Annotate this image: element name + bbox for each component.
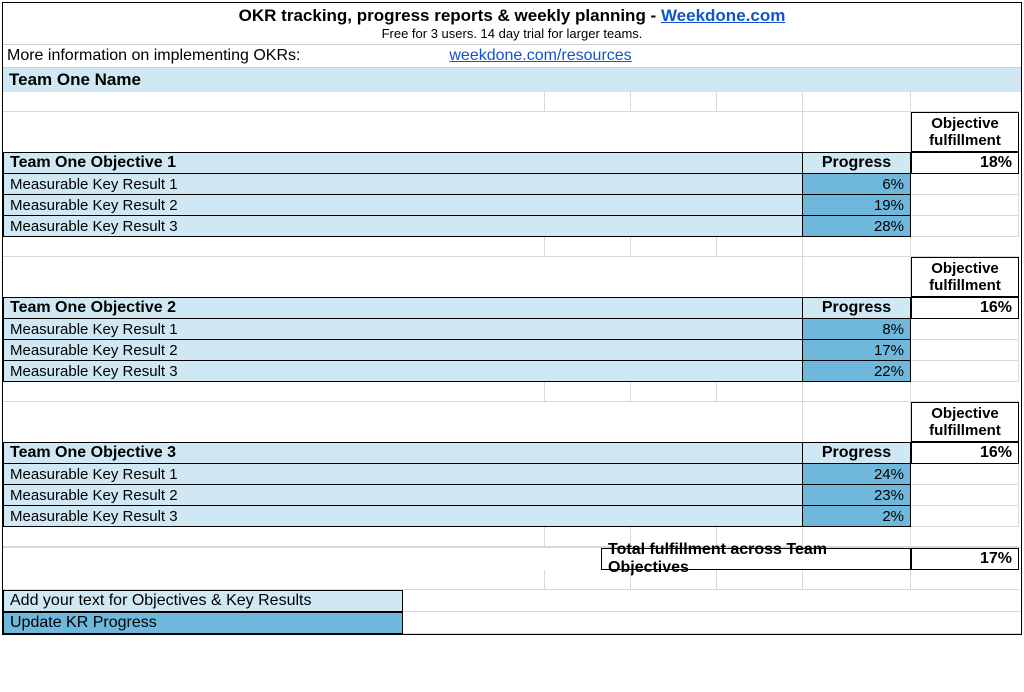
fulfillment-header-cell: Objective fulfillment (911, 112, 1019, 152)
info-row: More information on implementing OKRs: w… (3, 45, 1021, 68)
key-result-label[interactable]: Measurable Key Result 2 (3, 485, 803, 506)
info-label: More information on implementing OKRs: (7, 47, 300, 64)
key-result-label[interactable]: Measurable Key Result 1 (3, 464, 803, 485)
key-result-progress[interactable]: 17% (803, 340, 911, 361)
objective-fulfillment-header: Objective fulfillment (3, 257, 1021, 297)
key-result-label[interactable]: Measurable Key Result 2 (3, 340, 803, 361)
key-result-progress[interactable]: 6% (803, 174, 911, 195)
key-result-row: Measurable Key Result 223% (3, 485, 1021, 506)
key-result-row: Measurable Key Result 322% (3, 361, 1021, 382)
objective-fulfillment-header: Objective fulfillment (3, 402, 1021, 442)
spacer-row (3, 237, 1021, 257)
key-result-row: Measurable Key Result 124% (3, 464, 1021, 485)
progress-header-cell: Progress (803, 442, 911, 464)
total-label: Total fulfillment across Team Objectives (601, 548, 911, 570)
objective-fulfillment-value: 16% (911, 297, 1019, 319)
key-result-label[interactable]: Measurable Key Result 1 (3, 319, 803, 340)
spacer-row (3, 92, 1021, 112)
instruction-row-2: Update KR Progress (3, 612, 1021, 634)
objective-title-cell[interactable]: Team One Objective 1 (3, 152, 803, 174)
key-result-progress[interactable]: 2% (803, 506, 911, 527)
objective-fulfillment-value: 16% (911, 442, 1019, 464)
key-result-progress[interactable]: 19% (803, 195, 911, 216)
sheet-header: OKR tracking, progress reports & weekly … (3, 3, 1021, 45)
progress-header-cell: Progress (803, 297, 911, 319)
header-title-link[interactable]: Weekdone.com (661, 6, 785, 25)
objective-title-row: Team One Objective 2Progress16% (3, 297, 1021, 319)
key-result-row: Measurable Key Result 16% (3, 174, 1021, 195)
fulfillment-header-cell: Objective fulfillment (911, 402, 1019, 442)
key-result-label[interactable]: Measurable Key Result 1 (3, 174, 803, 195)
objective-fulfillment-header: Objective fulfillment (3, 112, 1021, 152)
key-result-row: Measurable Key Result 32% (3, 506, 1021, 527)
progress-header-cell: Progress (803, 152, 911, 174)
header-subtitle: Free for 3 users. 14 day trial for large… (3, 26, 1021, 41)
info-link[interactable]: weekdone.com/resources (449, 47, 631, 64)
objective-title-cell[interactable]: Team One Objective 3 (3, 442, 803, 464)
key-result-progress[interactable]: 24% (803, 464, 911, 485)
key-result-row: Measurable Key Result 328% (3, 216, 1021, 237)
objective-fulfillment-value: 18% (911, 152, 1019, 174)
key-result-progress[interactable]: 22% (803, 361, 911, 382)
instruction-row-1: Add your text for Objectives & Key Resul… (3, 590, 1021, 612)
spacer-row (3, 570, 1021, 590)
key-result-row: Measurable Key Result 217% (3, 340, 1021, 361)
spacer-row (3, 382, 1021, 402)
objective-title-cell[interactable]: Team One Objective 2 (3, 297, 803, 319)
total-row: Total fulfillment across Team Objectives… (3, 547, 1021, 570)
okr-spreadsheet: OKR tracking, progress reports & weekly … (2, 2, 1022, 635)
key-result-label[interactable]: Measurable Key Result 2 (3, 195, 803, 216)
key-result-progress[interactable]: 8% (803, 319, 911, 340)
key-result-label[interactable]: Measurable Key Result 3 (3, 361, 803, 382)
objective-title-row: Team One Objective 1Progress18% (3, 152, 1021, 174)
header-title: OKR tracking, progress reports & weekly … (3, 6, 1021, 26)
key-result-row: Measurable Key Result 219% (3, 195, 1021, 216)
key-result-progress[interactable]: 28% (803, 216, 911, 237)
team-name-cell[interactable]: Team One Name (3, 68, 1021, 92)
key-result-label[interactable]: Measurable Key Result 3 (3, 216, 803, 237)
key-result-label[interactable]: Measurable Key Result 3 (3, 506, 803, 527)
fulfillment-header-cell: Objective fulfillment (911, 257, 1019, 297)
instruction-add-text[interactable]: Add your text for Objectives & Key Resul… (3, 590, 403, 612)
header-title-text: OKR tracking, progress reports & weekly … (239, 6, 661, 25)
instruction-update-progress[interactable]: Update KR Progress (3, 612, 403, 634)
key-result-progress[interactable]: 23% (803, 485, 911, 506)
total-value: 17% (911, 548, 1019, 570)
objective-title-row: Team One Objective 3Progress16% (3, 442, 1021, 464)
key-result-row: Measurable Key Result 18% (3, 319, 1021, 340)
